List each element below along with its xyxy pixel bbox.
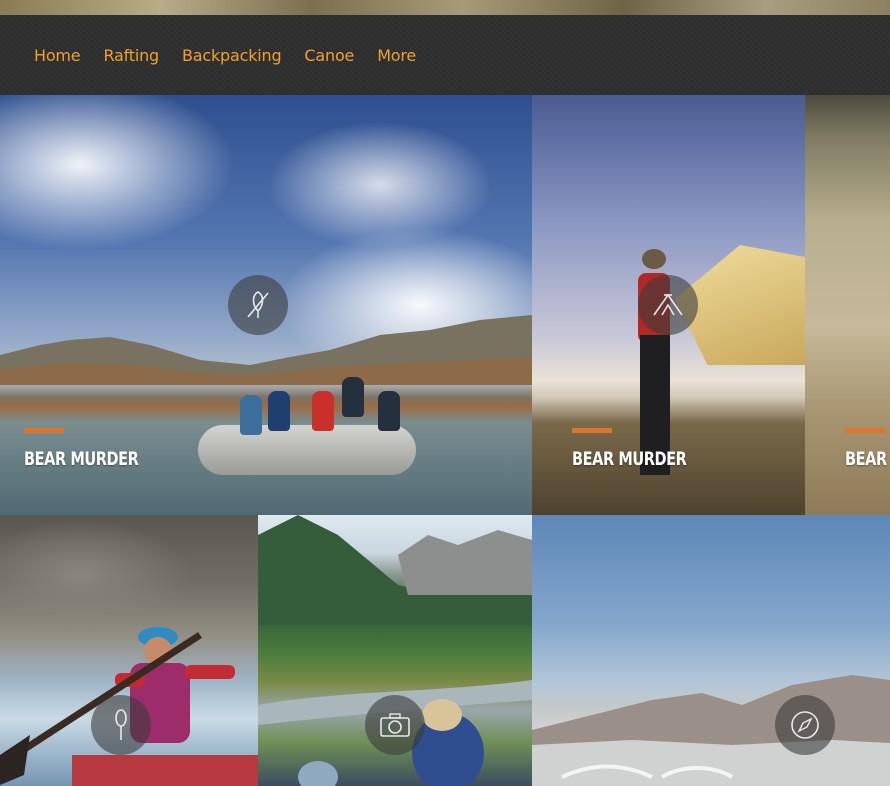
tile-accent-bar (24, 428, 64, 433)
tile-title: BEAR MURDER (572, 448, 687, 470)
tile-rafting-photo[interactable]: BEAR MURDER (0, 95, 532, 515)
tile-accent-bar (845, 428, 885, 433)
misty-mountains (532, 675, 890, 786)
compass-icon[interactable] (775, 695, 835, 755)
paddle-icon[interactable] (91, 695, 151, 755)
tile-kayak-photo[interactable] (0, 515, 258, 786)
tent-icon[interactable] (638, 275, 698, 335)
tile-camping-photo[interactable]: BEAR MURDER (532, 95, 805, 515)
nav-more[interactable]: More (377, 46, 416, 65)
tile-title: BEAR MURDER (24, 448, 139, 470)
camera-icon[interactable] (365, 695, 425, 755)
top-photo-strip (0, 0, 890, 15)
rafter (342, 377, 364, 417)
no-fishing-icon[interactable] (228, 275, 288, 335)
rafter (312, 391, 334, 431)
nav-backpacking[interactable]: Backpacking (182, 46, 282, 65)
nav-canoe[interactable]: Canoe (304, 46, 354, 65)
rafter (378, 391, 400, 431)
tile-valley-photo[interactable] (258, 515, 532, 786)
nav-home[interactable]: Home (34, 46, 81, 65)
tile-title: BEAR (845, 448, 887, 470)
tile-accent-bar (572, 428, 612, 433)
tile-mountain-photo[interactable] (532, 515, 890, 786)
nav-rafting[interactable]: Rafting (103, 46, 159, 65)
raft (198, 425, 416, 475)
tile-grassland-photo[interactable]: BEAR (805, 95, 890, 515)
main-nav: Home Rafting Backpacking Canoe More (0, 15, 890, 95)
rafter (268, 391, 290, 431)
rafter (240, 395, 262, 435)
